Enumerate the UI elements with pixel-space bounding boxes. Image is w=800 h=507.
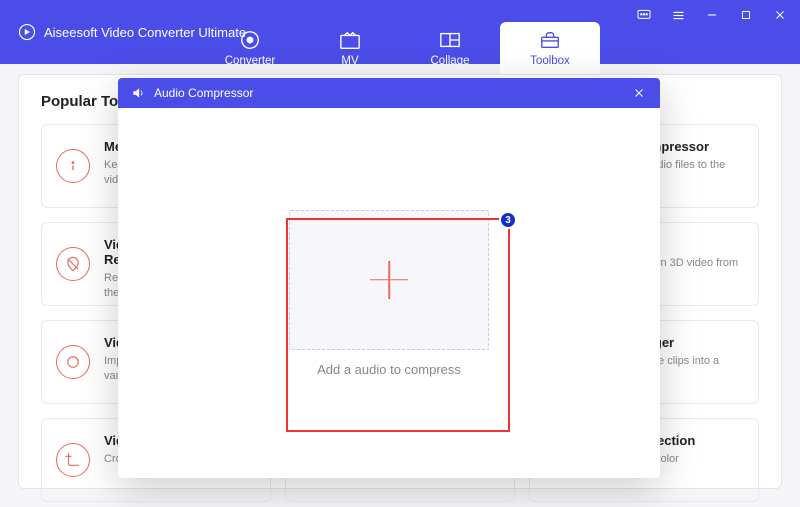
modal-body: Add a audio to compress 3 <box>118 108 660 478</box>
modal-backdrop: Audio Compressor Add a audio to compress… <box>0 0 800 507</box>
modal-close-button[interactable] <box>630 84 648 102</box>
speaker-icon <box>130 85 146 101</box>
add-audio-dropzone[interactable] <box>289 210 489 350</box>
plus-icon <box>370 261 408 299</box>
callout-badge: 3 <box>499 211 517 229</box>
audio-compressor-modal: Audio Compressor Add a audio to compress… <box>118 78 660 478</box>
dropzone-label: Add a audio to compress <box>317 362 461 377</box>
modal-header: Audio Compressor <box>118 78 660 108</box>
modal-title: Audio Compressor <box>154 86 253 100</box>
